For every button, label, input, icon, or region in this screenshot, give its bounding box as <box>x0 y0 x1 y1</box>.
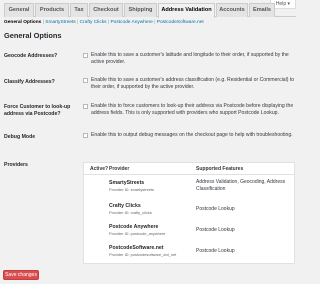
provider-id-postcodesoftware: Provider ID: postcodesoftware_dot_net <box>109 252 177 257</box>
providers-header-features: Supported Features <box>196 166 244 172</box>
subnav-separator: | <box>42 20 44 25</box>
subnav-link-postcode-anywhere[interactable]: Postcode Anywhere <box>110 20 152 25</box>
provider-name-smartystreets[interactable]: SmartyStreets <box>109 180 144 186</box>
providers-label: Providers <box>4 162 28 168</box>
subnav-current: General Options <box>4 20 42 25</box>
subnav-separator: | <box>77 20 79 25</box>
force-postcode-label: Force Customer to look-up address via Po… <box>4 104 71 117</box>
provider-name-postcode-anywhere[interactable]: Postcode Anywhere <box>109 224 158 230</box>
providers-header-provider: Provider <box>109 166 130 172</box>
debug-mode-description: Enable this to output debug messages on … <box>91 132 293 138</box>
provider-id-smartystreets: Provider ID: smartystreets <box>109 187 154 192</box>
subnav-link-smartystreets[interactable]: SmartyStreets <box>45 20 75 25</box>
tab-tax[interactable]: Tax <box>70 3 88 17</box>
providers-table: Active? Provider Supported Features Smar… <box>83 162 295 264</box>
tab-products[interactable]: Products <box>35 3 69 17</box>
debug-mode-checkbox[interactable] <box>83 133 88 138</box>
subnav-link-crafty-clicks[interactable]: Crafty Clicks <box>80 20 107 25</box>
debug-mode-label: Debug Mode <box>4 134 36 140</box>
tab-shipping[interactable]: Shipping <box>124 3 157 17</box>
geocode-checkbox[interactable] <box>83 53 88 58</box>
classify-checkbox[interactable] <box>83 78 88 83</box>
tab-address-validation[interactable]: Address Validation <box>158 3 215 18</box>
tab-general[interactable]: General <box>4 3 34 17</box>
subnav-link-postcodesoftware[interactable]: PostcodeSoftware.net <box>157 20 204 25</box>
settings-tabs: General Products Tax Checkout Shipping A… <box>4 3 296 18</box>
provider-name-crafty-clicks[interactable]: Crafty Clicks <box>109 203 141 209</box>
classify-description: Enable this to save a customer's address… <box>91 77 295 90</box>
provider-name-postcodesoftware[interactable]: PostcodeSoftware.net <box>109 245 163 251</box>
subnav-separator: | <box>154 20 156 25</box>
force-postcode-description: Enable this to force customers to look-u… <box>91 103 294 116</box>
provider-features-smartystreets: Address Validation, Geocoding, Address C… <box>196 179 286 192</box>
provider-id-postcode-anywhere: Provider ID: postcode_anywhere <box>109 231 166 236</box>
force-postcode-checkbox[interactable] <box>83 104 88 109</box>
tab-accounts[interactable]: Accounts <box>216 3 248 17</box>
provider-id-crafty-clicks: Provider ID: crafty_clicks <box>109 210 152 215</box>
section-subnav: General Options | SmartyStreets | Crafty… <box>4 20 204 26</box>
providers-header-active: Active? <box>90 166 109 172</box>
provider-features-postcode-anywhere: Postcode Lookup <box>196 227 235 233</box>
classify-label: Classify Addresses? <box>4 79 55 85</box>
provider-features-postcodesoftware: Postcode Lookup <box>196 248 235 254</box>
subnav-separator: | <box>107 20 110 25</box>
geocode-label: Geocode Addresses? <box>4 53 58 59</box>
tab-emails[interactable]: Emails <box>249 3 275 17</box>
save-changes-button[interactable]: Save changes <box>3 270 39 280</box>
page-title: General Options <box>4 31 62 40</box>
provider-features-crafty-clicks: Postcode Lookup <box>196 206 235 212</box>
geocode-description: Enable this to save a customer's latitud… <box>91 52 289 65</box>
providers-header-divider <box>84 174 294 175</box>
tab-checkout[interactable]: Checkout <box>89 3 123 17</box>
